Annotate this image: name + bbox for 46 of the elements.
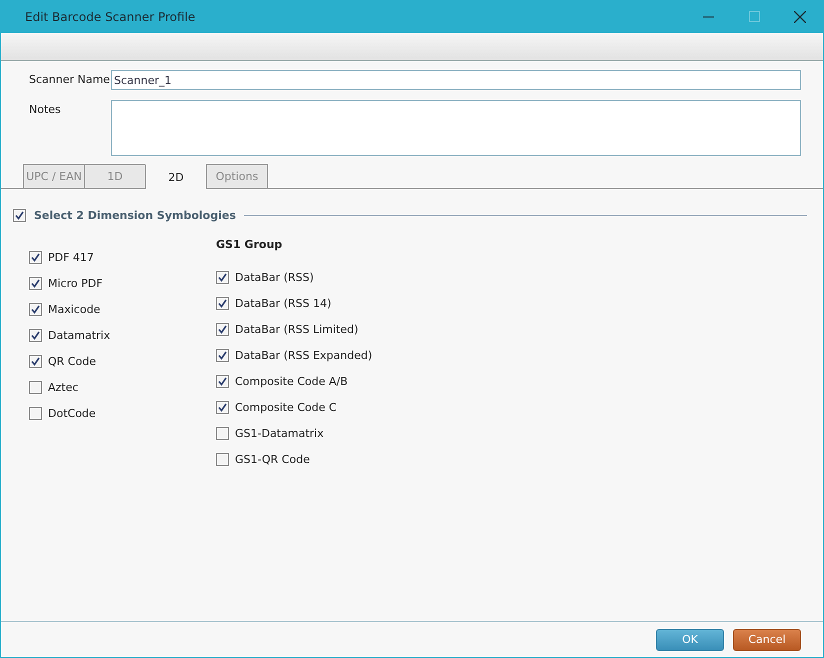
checkbox[interactable] [29,302,42,316]
tab[interactable]: 2D [145,164,207,189]
checkbox-label: Composite Code C [235,400,337,414]
tab[interactable]: Options [206,164,268,188]
maximize-icon [748,11,760,22]
field-label: Scanner Name [29,72,111,88]
checkbox[interactable] [29,380,42,394]
checkbox-label: Composite Code A/B [235,374,348,388]
checkbox[interactable] [29,354,42,368]
checkbox[interactable] [216,270,229,284]
checkbox-label: Maxicode [48,302,100,316]
group-heading: GS1 Group [216,238,284,253]
cancel-button[interactable]: Cancel [733,628,801,650]
checkbox-label: QR Code [48,354,96,368]
checkbox[interactable] [29,250,42,264]
checkbox[interactable] [216,452,229,466]
checkbox[interactable] [29,328,42,342]
checkbox[interactable] [216,296,229,310]
checkbox[interactable] [216,322,229,336]
checkbox-label: DataBar (RSS) [235,270,314,284]
checkbox-label: DataBar (RSS Expanded) [235,348,372,362]
checkbox[interactable] [29,406,42,420]
ok-button[interactable]: OK [656,628,724,650]
checkbox[interactable] [29,276,42,290]
checkbox-label: DataBar (RSS Limited) [235,322,358,336]
checkbox[interactable] [216,426,229,440]
checkbox-label: PDF 417 [48,250,94,264]
checkbox-label: GS1-Datamatrix [235,426,324,440]
scanner-name-field[interactable]: Scanner_1 [111,70,801,90]
tab[interactable]: 1D [84,164,146,188]
checkbox[interactable] [13,209,26,222]
checkbox[interactable] [216,374,229,388]
checkbox-label: GS1-QR Code [235,452,310,466]
close-icon [794,10,806,22]
checkbox-label: Datamatrix [48,328,110,342]
checkbox-label: Aztec [48,380,78,394]
checkbox-label: DotCode [48,406,96,420]
field-label: Notes [29,102,62,118]
checkbox-label: Micro PDF [48,276,103,290]
checkbox-label: DataBar (RSS 14) [235,296,332,310]
checkbox[interactable] [216,348,229,362]
tab[interactable]: UPC / EAN [23,164,85,188]
notes-field[interactable] [111,100,801,156]
group-label: Select 2 Dimension Symbologies [34,209,236,222]
window-title: Edit Barcode Scanner Profile [24,10,196,24]
checkbox[interactable] [216,400,229,414]
